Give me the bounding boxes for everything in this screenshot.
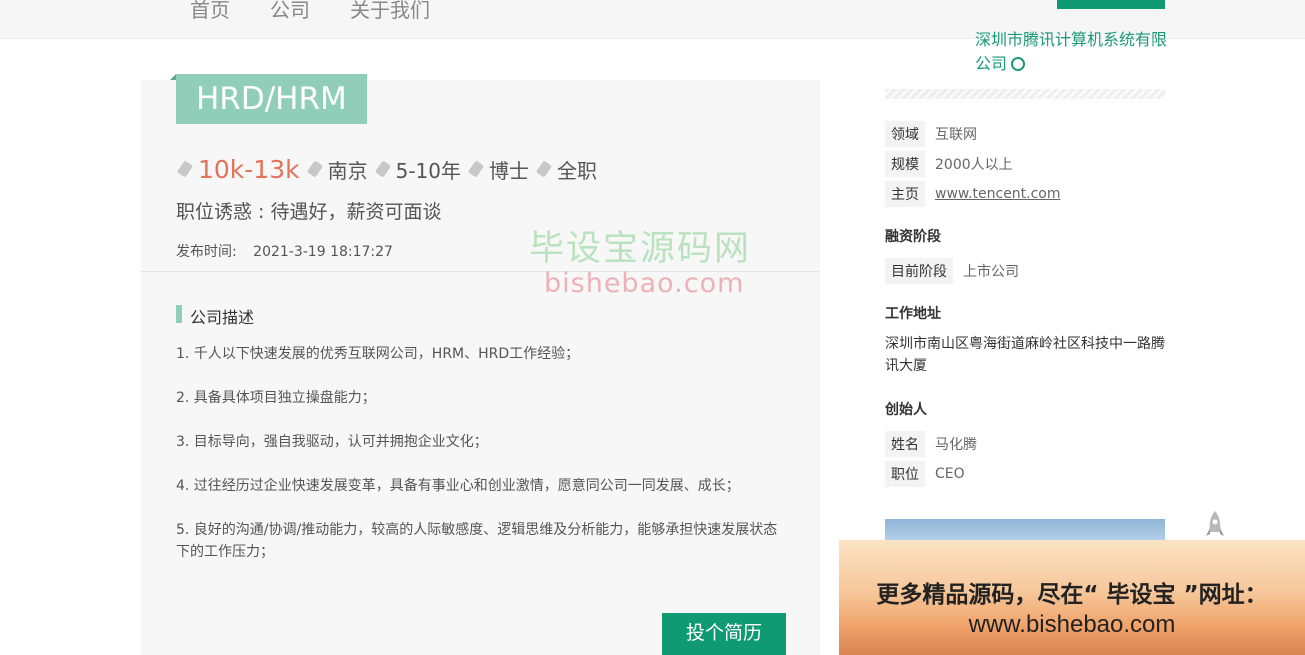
founder-position-row: 职位 CEO bbox=[885, 461, 965, 487]
tag-icon bbox=[306, 160, 323, 178]
job-meta-row: 10k-13k 南京 5-10年 博士 全职 bbox=[176, 152, 597, 186]
founder-name-row: 姓名 马化腾 bbox=[885, 431, 977, 457]
founder-name-label: 姓名 bbox=[885, 431, 925, 457]
promo-banner[interactable]: 更多精品源码，尽在“ 毕设宝 ”网址： www.bishebao.com bbox=[839, 540, 1305, 655]
tag-icon bbox=[467, 160, 485, 178]
job-type: 全职 bbox=[557, 158, 597, 183]
publish-time-label: 发布时间: bbox=[176, 244, 237, 260]
description-item: 3. 目标导向，强自我驱动，认可并拥抱企业文化； bbox=[176, 434, 488, 450]
job-education: 博士 bbox=[489, 158, 529, 183]
publish-time-row: 发布时间: 2021-3-19 18:17:27 bbox=[176, 241, 393, 261]
watermark-en: bishebao.com bbox=[544, 268, 745, 299]
nav-about-link[interactable]: 关于我们 bbox=[350, 0, 430, 23]
header-action-button[interactable] bbox=[1057, 0, 1165, 9]
description-item: 1. 千人以下快速发展的优秀互联网公司，HRM、HRD工作经验； bbox=[176, 346, 580, 362]
promo-url: www.bishebao.com bbox=[968, 611, 1176, 638]
apply-resume-button[interactable]: 投个简历 bbox=[662, 613, 786, 655]
section-marker bbox=[176, 305, 182, 323]
job-experience: 5-10年 bbox=[395, 158, 461, 183]
nav-home-link[interactable]: 首页 bbox=[190, 0, 230, 23]
founder-title: 创始人 bbox=[885, 402, 927, 418]
funding-stage-row: 目前阶段 上市公司 bbox=[885, 258, 1019, 284]
funding-title: 融资阶段 bbox=[885, 229, 941, 245]
homepage-label: 主页 bbox=[885, 181, 925, 207]
stage-value: 上市公司 bbox=[963, 264, 1019, 280]
company-scale-row: 规模 2000人以上 bbox=[885, 151, 1013, 177]
job-advantage: 职位诱惑 : 待遇好，薪资可面谈 bbox=[176, 201, 442, 223]
field-value: 互联网 bbox=[935, 127, 977, 143]
scale-label: 规模 bbox=[885, 151, 925, 177]
founder-position-label: 职位 bbox=[885, 461, 925, 487]
promo-text: 更多精品源码，尽在“ 毕设宝 ”网址： bbox=[876, 582, 1268, 608]
field-label: 领域 bbox=[885, 121, 925, 147]
publish-time-value: 2021-3-19 18:17:27 bbox=[253, 244, 393, 260]
company-name-link[interactable]: 深圳市腾讯计算机系统有限公司 bbox=[975, 28, 1175, 76]
description-item: 5. 良好的沟通/协调/推动能力，较高的人际敏感度、逻辑思维及分析能力，能够承担… bbox=[176, 522, 778, 560]
scale-value: 2000人以上 bbox=[935, 157, 1013, 173]
work-address: 深圳市南山区粤海街道麻岭社区科技中一路腾讯大厦 bbox=[885, 336, 1165, 374]
verified-badge-icon bbox=[1011, 57, 1026, 71]
address-title: 工作地址 bbox=[885, 306, 941, 322]
tag-icon bbox=[535, 160, 553, 178]
striped-divider bbox=[885, 89, 1165, 99]
company-field-row: 领域 互联网 bbox=[885, 121, 977, 147]
description-item: 4. 过往经历过企业快速发展变革，具备有事业心和创业激情，愿意同公司一同发展、成… bbox=[176, 478, 740, 494]
job-salary: 10k-13k bbox=[198, 154, 300, 184]
description-item: 2. 具备具体项目独立操盘能力； bbox=[176, 390, 376, 406]
founder-name: 马化腾 bbox=[935, 437, 977, 453]
company-name: 深圳市腾讯计算机系统有限公司 bbox=[975, 30, 1168, 73]
job-city: 南京 bbox=[327, 158, 368, 183]
tag-icon bbox=[176, 160, 194, 178]
company-homepage-row: 主页 www.tencent.com bbox=[885, 181, 1061, 207]
job-title: HRD/HRM bbox=[176, 74, 367, 124]
nav-company-link[interactable]: 公司 bbox=[270, 0, 310, 23]
homepage-link[interactable]: www.tencent.com bbox=[935, 186, 1061, 202]
stage-label: 目前阶段 bbox=[885, 258, 953, 284]
tag-icon bbox=[374, 160, 391, 178]
watermark-cn: 毕设宝源码网 bbox=[529, 229, 752, 269]
founder-position: CEO bbox=[935, 466, 965, 482]
back-to-top-rocket-icon[interactable] bbox=[1203, 510, 1227, 542]
section-title: 公司描述 bbox=[190, 308, 255, 327]
